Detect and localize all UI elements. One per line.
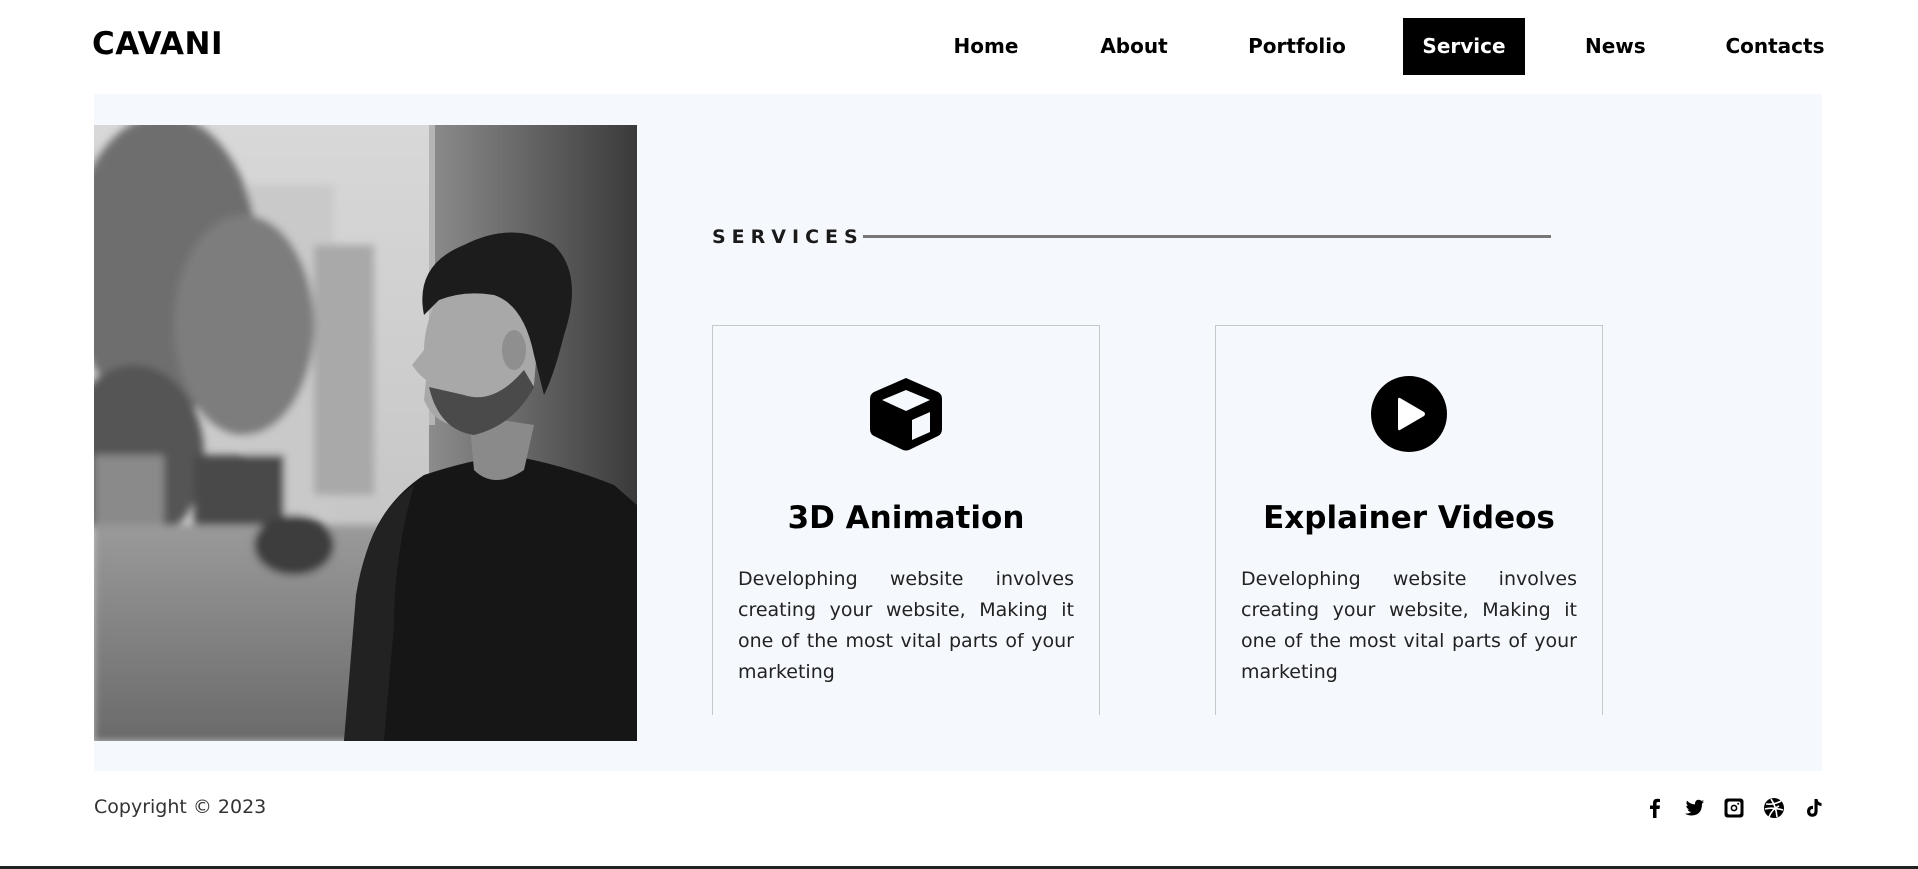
heading-divider bbox=[863, 235, 1551, 238]
nav-item-news[interactable]: News bbox=[1585, 18, 1646, 75]
nav-item-home[interactable]: Home bbox=[946, 18, 1026, 75]
card-description: Develophing website involves creating yo… bbox=[1241, 568, 1577, 683]
nav-item-about[interactable]: About bbox=[1096, 18, 1172, 75]
twitter-icon[interactable] bbox=[1682, 796, 1706, 820]
site-header: CAVANI Home About Portfolio Service News… bbox=[0, 0, 1918, 93]
services-panel: SERVICES 3D Animation Develophing websit… bbox=[94, 94, 1822, 771]
facebook-icon[interactable] bbox=[1643, 796, 1667, 820]
card-title: Explainer Videos bbox=[1263, 500, 1555, 536]
play-circle-icon bbox=[1371, 376, 1447, 452]
service-card-3d-animation[interactable]: 3D Animation Develophing website involve… bbox=[712, 325, 1100, 715]
services-heading: SERVICES bbox=[712, 226, 864, 248]
profile-photo bbox=[94, 125, 637, 741]
copyright-text: Copyright © 2023 bbox=[94, 796, 267, 818]
service-card-explainer-videos[interactable]: Explainer Videos Develophing website inv… bbox=[1215, 325, 1603, 715]
card-title: 3D Animation bbox=[787, 500, 1025, 536]
cube-icon bbox=[868, 376, 944, 452]
instagram-icon[interactable] bbox=[1722, 796, 1746, 820]
card-description: Develophing website involves creating yo… bbox=[738, 568, 1074, 683]
nav-item-contacts[interactable]: Contacts bbox=[1725, 18, 1825, 75]
nav-item-portfolio[interactable]: Portfolio bbox=[1244, 18, 1350, 75]
nav-item-service[interactable]: Service bbox=[1403, 18, 1525, 75]
dribbble-icon[interactable] bbox=[1762, 796, 1786, 820]
main-nav: Home About Portfolio Service News Contac… bbox=[0, 18, 1918, 75]
tiktok-icon[interactable] bbox=[1802, 796, 1826, 820]
